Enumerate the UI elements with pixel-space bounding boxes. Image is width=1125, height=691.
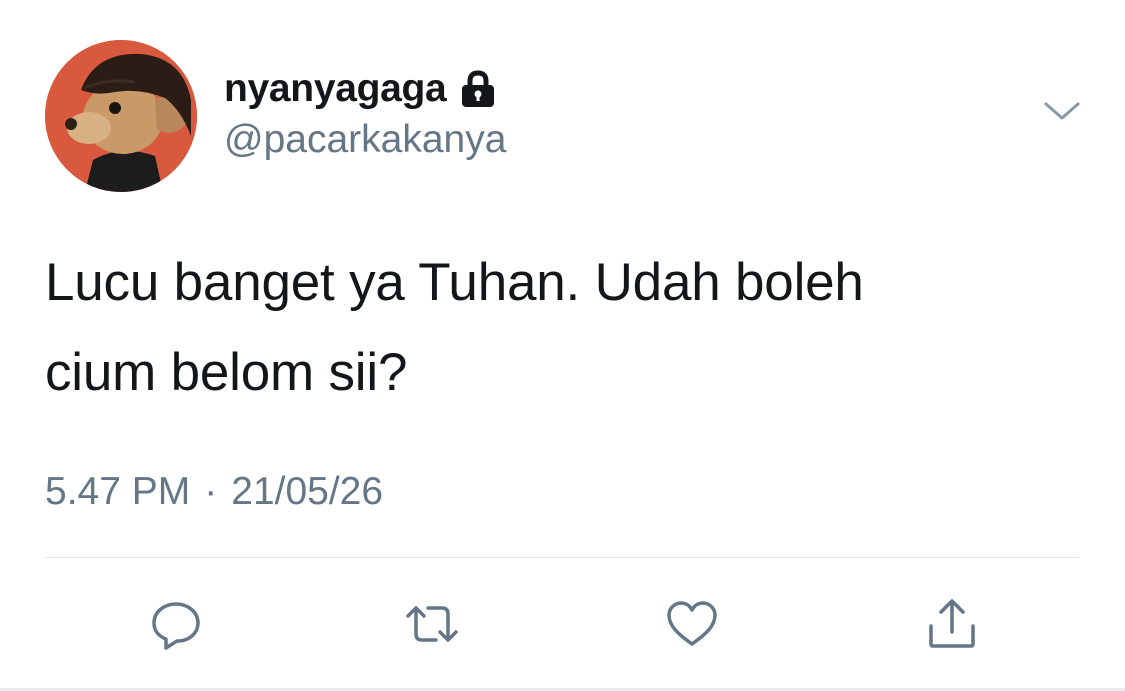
share-icon [929,599,975,648]
tweet-text-line-1: Lucu banget ya Tuhan. Udah boleh [45,253,864,312]
retweet-button[interactable] [402,594,462,654]
tweet-time: 5.47 PM [45,470,191,513]
chevron-down-icon[interactable] [1042,98,1082,124]
like-button[interactable] [662,594,722,654]
author-name-row: nyanyagaga [224,64,496,114]
display-name[interactable]: nyanyagaga [224,67,447,111]
tweet-date: 21/05/26 [231,470,384,513]
retweet-icon [406,606,458,642]
share-button[interactable] [922,594,982,654]
tweet-text: Lucu banget ya Tuhan. Udah boleh cium be… [45,238,1045,418]
user-handle[interactable]: @pacarkakanya [224,118,506,162]
meta-separator: · [204,470,218,513]
reply-icon [152,602,200,650]
avatar[interactable] [45,40,197,192]
heart-icon [667,601,717,646]
tweet-timestamp: 5.47 PM · 21/05/26 [45,470,383,514]
tweet-text-line-2: cium belom sii? [45,343,408,402]
divider [45,557,1080,558]
lock-icon [460,70,496,108]
avatar-image [45,40,197,192]
reply-button[interactable] [146,594,206,654]
